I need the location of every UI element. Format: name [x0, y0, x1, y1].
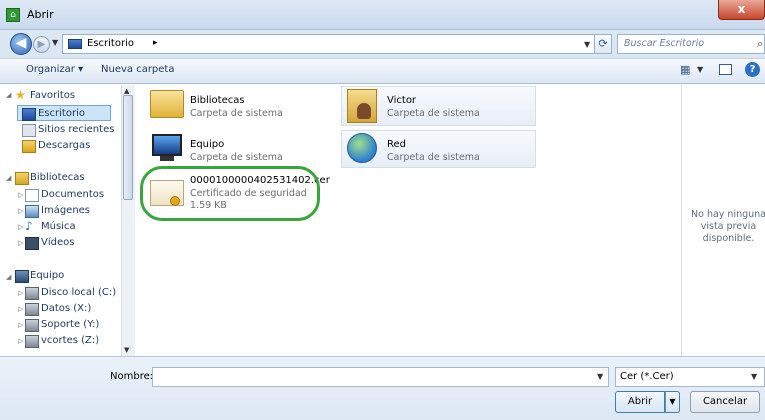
address-bar[interactable]	[62, 34, 602, 54]
computer-stand-icon	[160, 156, 174, 161]
pictures-icon	[25, 205, 39, 218]
nav-item-pictures[interactable]: Imágenes	[41, 205, 90, 216]
organize-button[interactable]: Organizar ▾	[26, 64, 83, 75]
documents-icon	[25, 189, 39, 202]
highlight-annotation	[140, 166, 320, 221]
downloads-icon	[22, 140, 36, 153]
scroll-up-icon[interactable]: ▲	[124, 87, 129, 95]
collapse-arrow-icon[interactable]: ▷	[18, 337, 23, 345]
back-button[interactable]: ◀	[10, 33, 32, 55]
star-icon: ★	[15, 88, 26, 102]
nav-item-drive-x[interactable]: Datos (X:)	[41, 303, 91, 314]
libraries-icon	[15, 172, 29, 185]
address-dropdown-icon[interactable]: ▼	[584, 40, 590, 49]
file-type: Carpeta de sistema	[190, 152, 283, 163]
user-avatar-icon	[357, 103, 371, 119]
nav-item-recent[interactable]: Sitios recientes	[38, 124, 114, 135]
cancel-button[interactable]: Cancelar	[690, 391, 760, 413]
nav-item-videos[interactable]: Vídeos	[41, 237, 74, 248]
network-icon	[347, 133, 377, 163]
network-drive-icon	[25, 319, 39, 332]
file-type-dropdown-icon[interactable]: ▼	[751, 372, 757, 381]
collapse-arrow-icon[interactable]: ▷	[18, 321, 23, 329]
window-title: Abrir	[27, 8, 54, 21]
preview-message: No hay ninguna vista previa disponible.	[691, 209, 765, 244]
nav-favorites[interactable]: Favoritos	[30, 90, 75, 101]
videos-icon	[25, 237, 39, 250]
desktop-icon	[22, 108, 36, 121]
view-options-icon[interactable]: ▦	[680, 63, 690, 76]
file-type-value: Cer (*.Cer)	[620, 371, 674, 382]
forward-button[interactable]: ▶	[33, 36, 50, 53]
search-icon[interactable]: ⌕	[757, 37, 763, 51]
file-name: Victor	[387, 95, 417, 106]
file-type: Carpeta de sistema	[387, 152, 480, 163]
file-name: Bibliotecas	[190, 95, 245, 106]
collapse-arrow-icon[interactable]: ▷	[18, 239, 23, 247]
breadcrumb-chevron-icon[interactable]: ▸	[153, 38, 158, 48]
nav-item-escritorio[interactable]: Escritorio	[38, 108, 85, 119]
drive-icon	[25, 287, 39, 300]
collapse-arrow-icon[interactable]: ▷	[18, 289, 23, 297]
new-folder-button[interactable]: Nueva carpeta	[101, 64, 174, 75]
nav-item-documents[interactable]: Documentos	[41, 189, 104, 200]
expand-arrow-icon[interactable]: ◢	[6, 91, 11, 99]
nav-item-drive-y[interactable]: Soporte (Y:)	[41, 319, 99, 330]
collapse-arrow-icon[interactable]: ▷	[18, 191, 23, 199]
music-icon: ♪	[25, 219, 33, 233]
collapse-arrow-icon[interactable]: ▷	[18, 305, 23, 313]
network-drive-icon	[25, 335, 39, 348]
refresh-button[interactable]: ⟳	[594, 34, 612, 54]
app-icon: ⌂	[6, 8, 20, 22]
file-name: Equipo	[190, 139, 225, 150]
nav-item-drive-c[interactable]: Disco local (C:)	[41, 287, 116, 298]
nav-item-downloads[interactable]: Descargas	[38, 140, 90, 151]
recent-places-icon	[22, 124, 36, 137]
view-dropdown-icon[interactable]: ▼	[697, 65, 703, 74]
file-type: Carpeta de sistema	[190, 108, 283, 119]
computer-icon	[15, 270, 29, 283]
help-icon[interactable]: ?	[745, 62, 760, 77]
nav-libraries[interactable]: Bibliotecas	[30, 172, 85, 183]
close-button[interactable]: x	[718, 0, 765, 20]
expand-arrow-icon[interactable]: ◢	[6, 273, 11, 281]
nav-item-music[interactable]: Música	[41, 221, 76, 232]
nav-item-drive-z[interactable]: vcortes (Z:)	[41, 335, 99, 346]
preview-pane-icon[interactable]	[719, 64, 732, 75]
search-placeholder: Buscar Escritorio	[624, 38, 705, 49]
collapse-arrow-icon[interactable]: ▷	[18, 207, 23, 215]
desktop-icon	[68, 39, 82, 49]
nav-computer[interactable]: Equipo	[30, 270, 64, 281]
collapse-arrow-icon[interactable]: ▷	[18, 223, 23, 231]
history-dropdown-icon[interactable]: ▼	[52, 38, 58, 47]
filename-dropdown-icon[interactable]: ▼	[597, 372, 603, 381]
file-type: Carpeta de sistema	[387, 108, 480, 119]
computer-icon	[152, 134, 182, 156]
nav-scrollbar-thumb[interactable]	[123, 95, 133, 200]
expand-arrow-icon[interactable]: ◢	[6, 174, 11, 182]
file-name: Red	[387, 139, 406, 150]
open-options-button[interactable]: ▼	[665, 391, 680, 413]
filename-input[interactable]	[152, 367, 609, 387]
scroll-down-icon[interactable]: ▼	[124, 346, 129, 354]
filename-label: Nombre:	[110, 371, 154, 382]
title-bar	[0, 0, 765, 30]
open-button[interactable]: Abrir	[615, 391, 665, 413]
libraries-folder-icon	[150, 90, 184, 118]
breadcrumb-location[interactable]: Escritorio	[87, 38, 134, 49]
network-drive-icon	[25, 303, 39, 316]
